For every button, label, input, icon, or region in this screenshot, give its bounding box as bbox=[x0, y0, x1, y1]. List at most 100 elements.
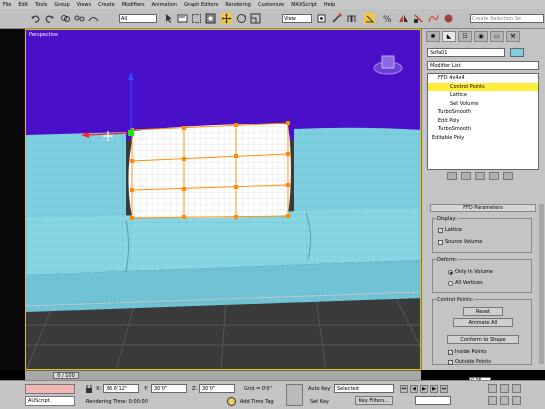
time-tag-icon[interactable] bbox=[227, 397, 236, 406]
named-selection-set-field[interactable]: Create Selection Se bbox=[470, 14, 544, 23]
reset-button[interactable]: Reset bbox=[463, 307, 503, 316]
window-crossing-icon[interactable] bbox=[205, 13, 216, 24]
ffd-parameters-rollout[interactable]: FFD Parameters bbox=[430, 204, 536, 212]
outside-points-checkbox[interactable]: ✓ Outside Points bbox=[448, 359, 491, 365]
lattice-checkbox[interactable]: ✓ Lattice bbox=[438, 227, 462, 233]
menu-item-rendering[interactable]: Rendering bbox=[225, 2, 251, 8]
goto-end-icon[interactable]: ⏭ bbox=[440, 385, 448, 393]
outside-points-check[interactable]: ✓ bbox=[448, 359, 453, 365]
material-editor-icon[interactable] bbox=[443, 13, 454, 24]
stack-item[interactable]: Edit Poly bbox=[428, 117, 538, 126]
remove-modifier-icon[interactable] bbox=[489, 172, 499, 180]
stack-item[interactable]: TurboSmooth bbox=[428, 108, 538, 117]
create-tab-icon[interactable]: ✱ bbox=[426, 31, 440, 42]
conform-to-shape-button[interactable]: Conform to Shape bbox=[447, 335, 519, 344]
stack-item[interactable]: Editable Poly bbox=[428, 134, 538, 143]
current-frame-field[interactable] bbox=[415, 396, 451, 405]
menu-item-animation[interactable]: Animation bbox=[152, 2, 178, 8]
modifier-stack[interactable]: FFD 4x4x4 Control Points Lattice Set Volume… bbox=[427, 73, 539, 170]
make-unique-icon[interactable] bbox=[475, 172, 485, 180]
menu-item-views[interactable]: Views bbox=[77, 2, 91, 8]
viewport-label[interactable]: Perspective bbox=[29, 32, 58, 38]
use-pivot-center-icon[interactable] bbox=[316, 13, 327, 24]
previous-frame-icon[interactable]: ◀ bbox=[410, 385, 418, 393]
modify-tab-icon[interactable]: ◣ bbox=[442, 31, 456, 42]
angle-snap-icon[interactable] bbox=[364, 13, 375, 24]
redo-icon[interactable] bbox=[44, 13, 55, 24]
percent-snap-icon[interactable]: % bbox=[382, 13, 393, 24]
menu-item-customize[interactable]: Customize bbox=[258, 2, 284, 8]
next-frame-icon[interactable]: ▶ bbox=[430, 385, 438, 393]
stack-item[interactable]: FFD 4x4x4 bbox=[428, 74, 538, 83]
stack-item[interactable]: Set Volume bbox=[428, 100, 538, 109]
pan-icon[interactable] bbox=[500, 396, 509, 405]
menu-item-tools[interactable]: Tools bbox=[35, 2, 47, 8]
maxscript-listener-pink[interactable] bbox=[25, 384, 75, 394]
key-mode-dropdown[interactable]: Selected bbox=[334, 384, 394, 393]
all-vertices-radio-dot[interactable] bbox=[448, 280, 453, 286]
reference-coordinate-dropdown[interactable]: View bbox=[282, 14, 312, 23]
lock-selection-icon[interactable] bbox=[85, 385, 93, 393]
rectangular-selection-icon[interactable] bbox=[191, 13, 202, 24]
maxscript-listener-white[interactable]: AUScript. bbox=[25, 396, 75, 406]
inside-points-check[interactable]: ✓ bbox=[448, 349, 453, 355]
configure-modifier-sets-icon[interactable] bbox=[503, 172, 513, 180]
stack-item[interactable]: TurboSmooth bbox=[428, 125, 538, 134]
object-color-swatch[interactable] bbox=[510, 48, 524, 57]
inside-points-checkbox[interactable]: ✓ Inside Points bbox=[448, 349, 487, 355]
menu-item-maxscript[interactable]: MAXScript bbox=[291, 2, 317, 8]
goto-start-icon[interactable]: ⏮ bbox=[400, 385, 408, 393]
menu-item-group[interactable]: Group bbox=[54, 2, 69, 8]
play-icon[interactable]: ▶ bbox=[420, 385, 428, 393]
only-in-volume-radio-dot[interactable] bbox=[448, 269, 453, 275]
menu-item-graph-editors[interactable]: Graph Editors bbox=[184, 2, 218, 8]
menu-item-modifiers[interactable]: Modifiers bbox=[122, 2, 145, 8]
selected-cushion[interactable] bbox=[128, 123, 291, 219]
lattice-check[interactable]: ✓ bbox=[438, 227, 443, 233]
select-and-scale-icon[interactable] bbox=[250, 13, 261, 24]
undo-icon[interactable] bbox=[30, 13, 41, 24]
command-panel-scrollbar[interactable] bbox=[539, 204, 544, 364]
zoom-extents-icon[interactable] bbox=[512, 384, 521, 393]
stack-item[interactable]: Control Points bbox=[428, 82, 538, 91]
unlink-icon[interactable] bbox=[74, 13, 85, 24]
bind-space-warp-icon[interactable] bbox=[88, 13, 99, 24]
motion-tab-icon[interactable]: ◉ bbox=[474, 31, 488, 42]
display-tab-icon[interactable]: ▭ bbox=[490, 31, 504, 42]
time-slider[interactable]: 0 / 100 bbox=[53, 372, 79, 379]
stack-item[interactable]: Lattice bbox=[428, 91, 538, 100]
align-icon[interactable] bbox=[413, 13, 424, 24]
selection-filter-dropdown[interactable]: All bbox=[119, 14, 157, 23]
menu-item-help[interactable]: Help bbox=[324, 2, 335, 8]
set-key-button[interactable]: Set Key bbox=[310, 399, 329, 405]
select-and-rotate-icon[interactable] bbox=[236, 13, 247, 24]
show-end-result-icon[interactable] bbox=[461, 172, 471, 180]
zoom-all-icon[interactable] bbox=[500, 384, 509, 393]
only-in-volume-radio[interactable]: Only In Volume bbox=[448, 269, 493, 275]
modifier-list-dropdown[interactable]: Modifier List bbox=[427, 61, 539, 70]
select-and-move-icon[interactable] bbox=[221, 13, 232, 24]
animate-all-button[interactable]: Animate All bbox=[453, 318, 513, 327]
time-bar[interactable]: 0 / 100 bbox=[25, 370, 421, 380]
x-coord-field[interactable]: 36.6'12" bbox=[103, 384, 139, 393]
pin-stack-icon[interactable] bbox=[447, 172, 457, 180]
add-time-tag-button[interactable]: Add Time Tag bbox=[240, 399, 274, 405]
source-volume-check[interactable] bbox=[438, 239, 443, 245]
mirror-icon[interactable] bbox=[398, 13, 409, 24]
field-of-view-icon[interactable] bbox=[488, 396, 497, 405]
curve-editor-icon[interactable] bbox=[428, 13, 439, 24]
menu-item-edit[interactable]: Edit bbox=[18, 2, 28, 8]
y-coord-field[interactable]: 30'0" bbox=[151, 384, 187, 393]
auto-key-button[interactable]: Auto Key bbox=[308, 386, 330, 392]
select-object-icon[interactable] bbox=[163, 13, 174, 24]
source-volume-checkbox[interactable]: Source Volume bbox=[438, 239, 482, 245]
hierarchy-tab-icon[interactable]: ☷ bbox=[458, 31, 472, 42]
select-and-link-icon[interactable] bbox=[60, 13, 71, 24]
utilities-tab-icon[interactable]: ⚒ bbox=[506, 31, 520, 42]
perspective-viewport[interactable]: Perspective bbox=[25, 29, 421, 370]
menu-item-create[interactable]: Create bbox=[98, 2, 115, 8]
menu-item-file[interactable]: File bbox=[3, 2, 11, 8]
z-coord-field[interactable]: 30'0" bbox=[199, 384, 235, 393]
zoom-icon[interactable] bbox=[488, 384, 497, 393]
arc-rotate-icon[interactable] bbox=[512, 396, 521, 405]
